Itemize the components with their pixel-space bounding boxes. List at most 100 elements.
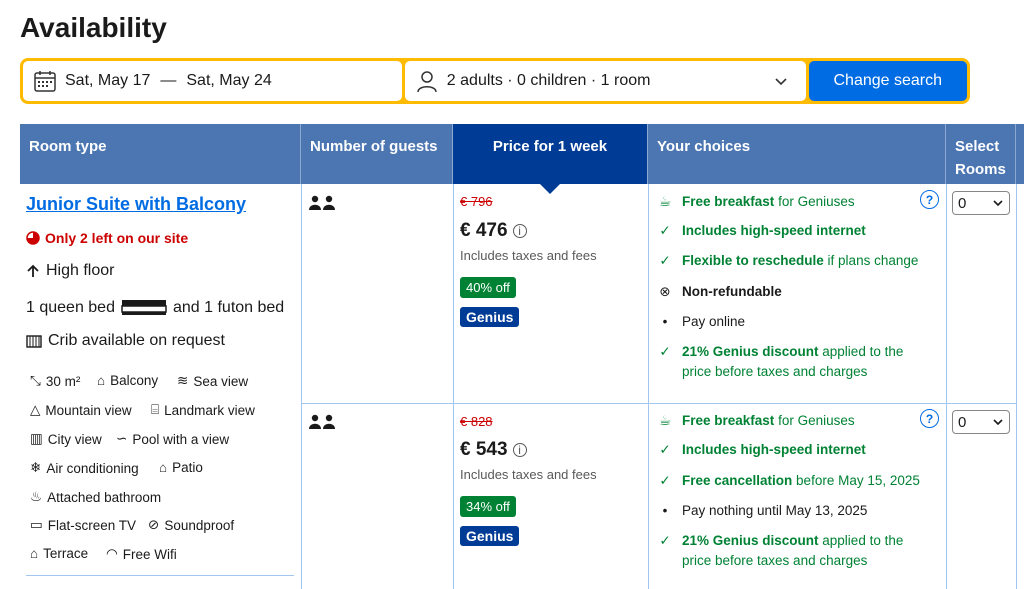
chevron-down-icon: [774, 78, 787, 86]
facility-label: 30 m²: [45, 373, 81, 389]
choice-strong: 21% Genius discount: [682, 533, 819, 548]
facility-label: Free Wifi: [122, 546, 177, 562]
facility-area: ⤡ 30 m²: [30, 373, 80, 389]
help-icon[interactable]: ?: [920, 190, 939, 209]
date-picker[interactable]: Sat, May 17 — Sat, May 24: [23, 61, 402, 101]
scarcity-text: Only 2 left on our site: [45, 230, 189, 246]
scarcity-message: Only 2 left on our site: [26, 230, 188, 246]
wifi-icon: ◠: [106, 546, 118, 561]
facility-label: Landmark view: [164, 402, 255, 418]
choice-rest: Pay nothing until May 13, 2025: [682, 503, 868, 518]
facility-label: Attached bathroom: [47, 489, 162, 505]
header-guests: Number of guests: [301, 124, 453, 184]
coffee-cup-icon: ☕: [658, 194, 672, 209]
checkmark-icon: ✓: [659, 473, 671, 488]
change-search-button[interactable]: Change search: [808, 61, 967, 101]
room-name-link[interactable]: Junior Suite with Balcony: [26, 194, 246, 215]
choice-rest: Pay online: [682, 314, 746, 329]
no-refund-icon: ⊗: [659, 284, 671, 299]
choice-rest: if plans change: [823, 253, 919, 268]
crib-icon: [26, 335, 42, 348]
facility-mountain-view: △ Mountain view: [30, 402, 132, 418]
genius-badge: Genius: [460, 307, 520, 327]
facility-label: City view: [47, 431, 102, 447]
column-divider: [1016, 184, 1017, 589]
facility-terrace: ⌂ Terrace: [30, 546, 88, 561]
room-quantity-select[interactable]: 0: [952, 410, 1010, 434]
choice-non-refundable: ⊗ Non-refundable: [656, 282, 926, 302]
row-divider: [301, 403, 1016, 404]
checkmark-icon: ✓: [659, 344, 671, 359]
facility-label: Balcony: [110, 373, 159, 388]
scarcity-icon: [26, 231, 40, 245]
choice-strong: Free breakfast: [682, 413, 775, 428]
choice-breakfast: ☕ Free breakfast for Geniuses: [656, 411, 926, 431]
choice-strong: Includes high-speed internet: [682, 223, 866, 238]
tv-icon: ▭: [30, 517, 43, 532]
select-value: 0: [958, 194, 967, 212]
room-quantity-select[interactable]: 0: [952, 191, 1010, 215]
original-price: € 828: [460, 414, 493, 429]
price: € 476 i: [460, 220, 527, 242]
price: € 543 i: [460, 439, 527, 461]
choice-strong: Free cancellation: [682, 473, 793, 488]
choice-strong: Free breakfast: [682, 194, 775, 209]
table-header: Room type Number of guests Price for 1 w…: [20, 124, 1024, 194]
two-persons-icon: [309, 414, 335, 429]
facility-label: Soundproof: [164, 517, 235, 533]
choice-strong: Includes high-speed internet: [682, 442, 866, 457]
person-icon: [417, 71, 437, 93]
choice-reschedule: ✓ Flexible to reschedule if plans change: [656, 251, 926, 271]
column-divider: [453, 184, 454, 589]
terrace-icon: ⌂: [30, 546, 39, 561]
info-icon[interactable]: i: [512, 224, 527, 238]
header-price: Price for 1 week: [453, 124, 648, 194]
choice-rest: before May 15, 2025: [792, 473, 920, 488]
help-icon[interactable]: ?: [920, 409, 939, 428]
facility-label: Air conditioning: [46, 460, 139, 476]
balcony-icon: ⌂: [97, 373, 106, 388]
row-divider: [26, 575, 294, 576]
choice-internet: ✓ Includes high-speed internet: [656, 440, 926, 460]
occupancy-text: 2 adults · 0 children · 1 room: [446, 72, 651, 89]
facility-label: Sea view: [193, 373, 249, 389]
two-persons-icon: [309, 195, 335, 210]
column-divider: [648, 184, 649, 589]
coffee-cup-icon: ☕: [658, 413, 672, 428]
patio-icon: ⌂: [159, 460, 168, 475]
checkmark-icon: ✓: [659, 223, 671, 238]
crib-info: Crib available on request: [26, 332, 225, 350]
facility-soundproof: ⊘ Soundproof: [148, 517, 234, 533]
snowflake-icon: ❄: [30, 460, 42, 475]
taxes-note: Includes taxes and fees: [460, 467, 597, 482]
facility-city-view: ▥ City view: [30, 431, 102, 447]
taxes-note: Includes taxes and fees: [460, 248, 597, 263]
facility-patio: ⌂ Patio: [159, 460, 203, 475]
occupancy-selector[interactable]: 2 adults · 0 children · 1 room: [404, 61, 806, 101]
bath-icon: ♨: [30, 489, 43, 504]
bullet-icon: •: [662, 503, 668, 518]
choice-strong: Non-refundable: [682, 284, 782, 299]
checkmark-icon: ✓: [659, 253, 671, 268]
header-room-type: Room type: [20, 124, 301, 184]
facility-sea-view: ≋ Sea view: [177, 373, 248, 389]
sea-view-icon: ≋: [177, 373, 189, 388]
facility-label: Patio: [172, 460, 203, 475]
high-floor: High floor: [26, 262, 114, 280]
discount-badge: 34% off: [460, 496, 516, 517]
facility-label: Mountain view: [45, 402, 132, 418]
info-icon[interactable]: i: [512, 443, 527, 457]
choice-pay-later: • Pay nothing until May 13, 2025: [656, 501, 926, 521]
facility-wifi: ◠ Free Wifi: [106, 546, 177, 562]
facility-balcony: ⌂ Balcony: [97, 373, 158, 388]
choice-internet: ✓ Includes high-speed internet: [656, 221, 926, 241]
header-choices: Your choices: [648, 124, 946, 184]
area-icon: ⤡: [30, 373, 41, 388]
checkin-date: Sat, May 17: [65, 72, 151, 89]
choice-strong: 21% Genius discount: [682, 344, 819, 359]
column-divider: [301, 184, 302, 589]
facility-label: Pool with a view: [132, 431, 230, 447]
bed-info: 1 queen bed and 1 futon bed: [26, 299, 284, 317]
choice-free-cancellation: ✓ Free cancellation before May 15, 2025: [656, 471, 926, 491]
price-value: € 476: [460, 220, 508, 241]
